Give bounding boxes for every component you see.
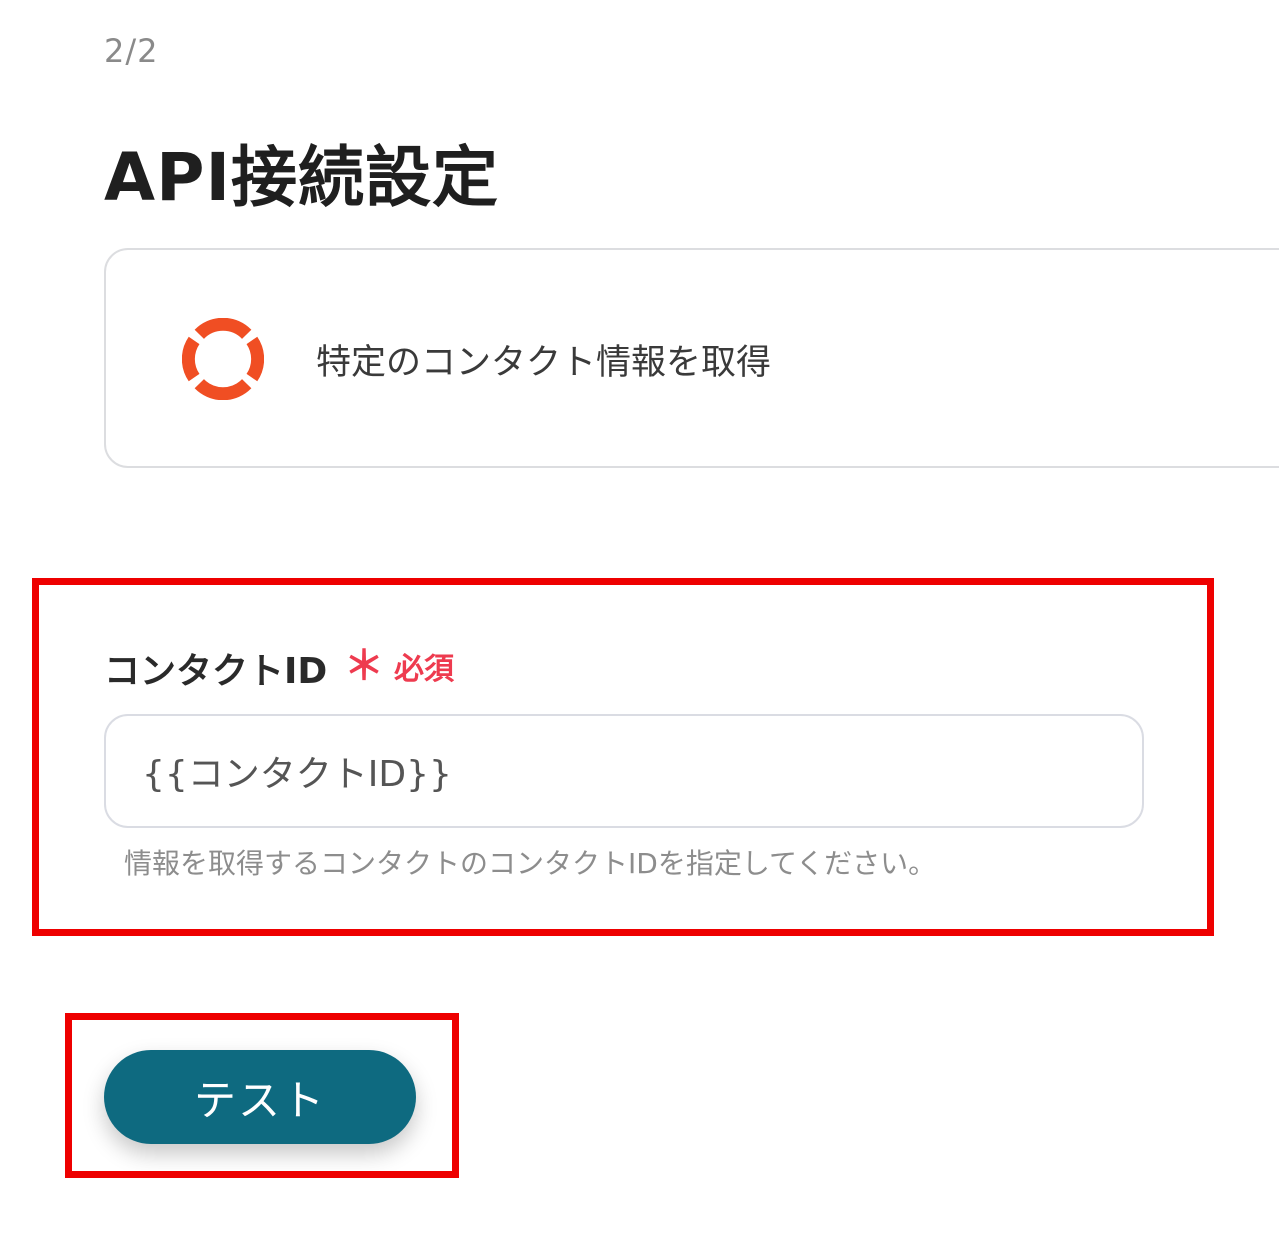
contact-id-input[interactable] — [104, 714, 1144, 828]
hubspot-ring-icon — [182, 318, 264, 400]
api-connection-settings-page: 2/2 API接続設定 特定のコンタクト情報を取得 コンタクトID ＊ 必須 情… — [0, 0, 1279, 1255]
required-asterisk-icon: ＊ — [344, 643, 384, 689]
action-card[interactable]: 特定のコンタクト情報を取得 — [104, 248, 1279, 468]
action-label: 特定のコンタクト情報を取得 — [316, 343, 772, 383]
step-indicator: 2/2 — [104, 32, 159, 70]
required-indicator: ＊ 必須 — [344, 644, 454, 688]
contact-id-help-text: 情報を取得するコンタクトのコンタクトIDを指定してください。 — [124, 847, 937, 880]
required-text: 必須 — [394, 652, 454, 687]
contact-id-label: コンタクトID — [104, 651, 328, 692]
page-title: API接続設定 — [104, 139, 500, 216]
test-button[interactable]: テスト — [104, 1050, 416, 1144]
